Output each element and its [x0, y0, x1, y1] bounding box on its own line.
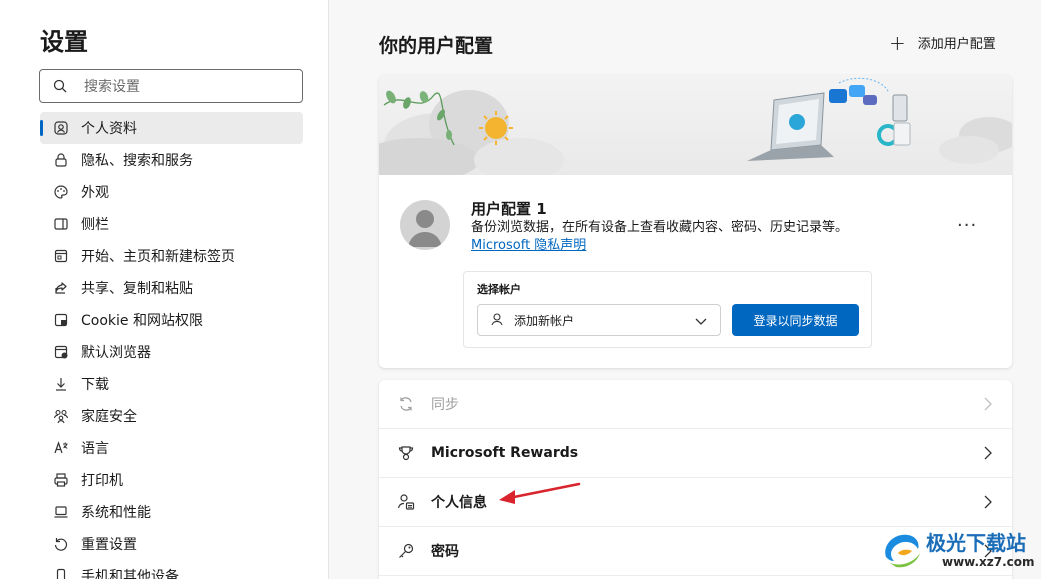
settings-row-label: 同步 [431, 397, 459, 413]
key-icon [397, 542, 415, 560]
account-dropdown[interactable]: 添加新帐户 [477, 304, 721, 336]
browser-icon [52, 343, 70, 361]
reset-icon [52, 535, 70, 553]
settings-row-label: 个人信息 [431, 495, 487, 511]
settings-row-rewards[interactable]: Microsoft Rewards [379, 429, 1012, 478]
sidebar-item-appearance[interactable]: 外观 [40, 176, 303, 208]
personal-info-icon [397, 493, 415, 511]
profile-description: 备份浏览数据，在所有设备上查看收藏内容、密码、历史记录等。 Microsoft … [471, 219, 861, 255]
sidebar: 设置 搜索设置 个人资料 隐私、搜索和服务 外观 侧栏 开始、主页和新建标签页 [0, 0, 329, 579]
trophy-icon [397, 444, 415, 462]
sidebar-item-start-home[interactable]: 开始、主页和新建标签页 [40, 240, 303, 272]
home-icon [52, 247, 70, 265]
sidebar-item-cookie[interactable]: Cookie 和网站权限 [40, 304, 303, 336]
sidebar-item-share[interactable]: 共享、复制和粘贴 [40, 272, 303, 304]
sidebar-item-label: 隐私、搜索和服务 [81, 153, 193, 169]
sidebar-item-label: 个人资料 [81, 121, 137, 137]
sidebar-item-reset[interactable]: 重置设置 [40, 528, 303, 560]
sidebar-item-sidebar[interactable]: 侧栏 [40, 208, 303, 240]
sidebar-item-privacy[interactable]: 隐私、搜索和服务 [40, 144, 303, 176]
phone-icon [52, 567, 70, 579]
laptop-icon [52, 503, 70, 521]
sidebar-item-label: 开始、主页和新建标签页 [81, 249, 235, 265]
sign-in-sync-button[interactable]: 登录以同步数据 [732, 304, 859, 336]
settings-title: 设置 [40, 28, 88, 56]
chevron-right-icon [982, 494, 994, 514]
sidebar-item-downloads[interactable]: 下载 [40, 368, 303, 400]
profile-card: 用户配置 1 备份浏览数据，在所有设备上查看收藏内容、密码、历史记录等。 Mic… [379, 75, 1012, 368]
chevron-right-icon [982, 445, 994, 465]
profile-description-text: 备份浏览数据，在所有设备上查看收藏内容、密码、历史记录等。 [471, 220, 849, 235]
profile-name: 用户配置 1 [471, 200, 547, 218]
share-icon [52, 279, 70, 297]
sidebar-item-printer[interactable]: 打印机 [40, 464, 303, 496]
settings-row-label: Microsoft Rewards [431, 445, 579, 461]
avatar [400, 200, 450, 250]
account-label: 选择帐户 [477, 283, 521, 296]
more-options-button[interactable]: ··· [957, 215, 977, 236]
sidebar-item-language[interactable]: 语言 [40, 432, 303, 464]
cookie-icon [52, 311, 70, 329]
search-input[interactable]: 搜索设置 [39, 69, 303, 103]
watermark-text: 极光下载站 [926, 531, 1026, 555]
sidebar-item-default-browser[interactable]: 默认浏览器 [40, 336, 303, 368]
chevron-right-icon [982, 396, 994, 416]
sidebar-item-label: 打印机 [81, 473, 123, 489]
watermark-url: www.xz7.com [942, 555, 1035, 569]
settings-row-sync[interactable]: 同步 [379, 380, 1012, 429]
add-profile-button[interactable]: + 添加用户配置 [889, 30, 996, 55]
privacy-statement-link[interactable]: Microsoft 隐私声明 [471, 238, 586, 253]
account-selector-box: 选择帐户 添加新帐户 登录以同步数据 [463, 271, 872, 348]
sidebar-item-label: Cookie 和网站权限 [81, 313, 203, 329]
download-icon [52, 375, 70, 393]
page-title: 你的用户配置 [379, 35, 494, 57]
watermark: 极光下载站 www.xz7.com [880, 525, 1040, 575]
sidebar-item-system[interactable]: 系统和性能 [40, 496, 303, 528]
settings-row-label: 密码 [431, 544, 459, 560]
add-profile-label: 添加用户配置 [917, 37, 996, 52]
sidebar-item-label: 家庭安全 [81, 409, 137, 425]
sidebar-item-phone[interactable]: 手机和其他设备 [40, 560, 303, 579]
printer-icon [52, 471, 70, 489]
sidebar-item-label: 手机和其他设备 [81, 569, 179, 579]
palette-icon [52, 183, 70, 201]
annotation-arrow [499, 482, 581, 504]
lock-icon [52, 151, 70, 169]
plus-icon: + [889, 30, 906, 55]
profile-icon [52, 119, 70, 137]
person-icon [490, 312, 504, 329]
sidebar-item-label: 默认浏览器 [81, 345, 151, 361]
sidebar-item-label: 共享、复制和粘贴 [81, 281, 193, 297]
profile-banner-illustration [379, 75, 1012, 175]
watermark-logo-icon [885, 534, 920, 568]
search-icon [52, 78, 68, 94]
sidebar-item-label: 系统和性能 [81, 505, 151, 521]
sidebar-item-family[interactable]: 家庭安全 [40, 400, 303, 432]
search-placeholder: 搜索设置 [84, 79, 140, 95]
chevron-down-icon [694, 314, 708, 331]
sidebar-item-label: 侧栏 [81, 217, 109, 233]
sidebar-item-label: 重置设置 [81, 537, 137, 553]
sidebar-item-profile[interactable]: 个人资料 [40, 112, 303, 144]
language-icon [52, 439, 70, 457]
sidebar-nav: 个人资料 隐私、搜索和服务 外观 侧栏 开始、主页和新建标签页 共享、复制和粘贴… [40, 112, 303, 579]
sync-icon [397, 395, 415, 413]
sidebar-item-label: 语言 [81, 441, 109, 457]
settings-row-personal-info[interactable]: 个人信息 [379, 478, 1012, 527]
sidebar-item-label: 外观 [81, 185, 109, 201]
account-dropdown-value: 添加新帐户 [514, 313, 575, 328]
family-icon [52, 407, 70, 425]
sidebar-item-label: 下载 [81, 377, 109, 393]
sidebar-icon [52, 215, 70, 233]
